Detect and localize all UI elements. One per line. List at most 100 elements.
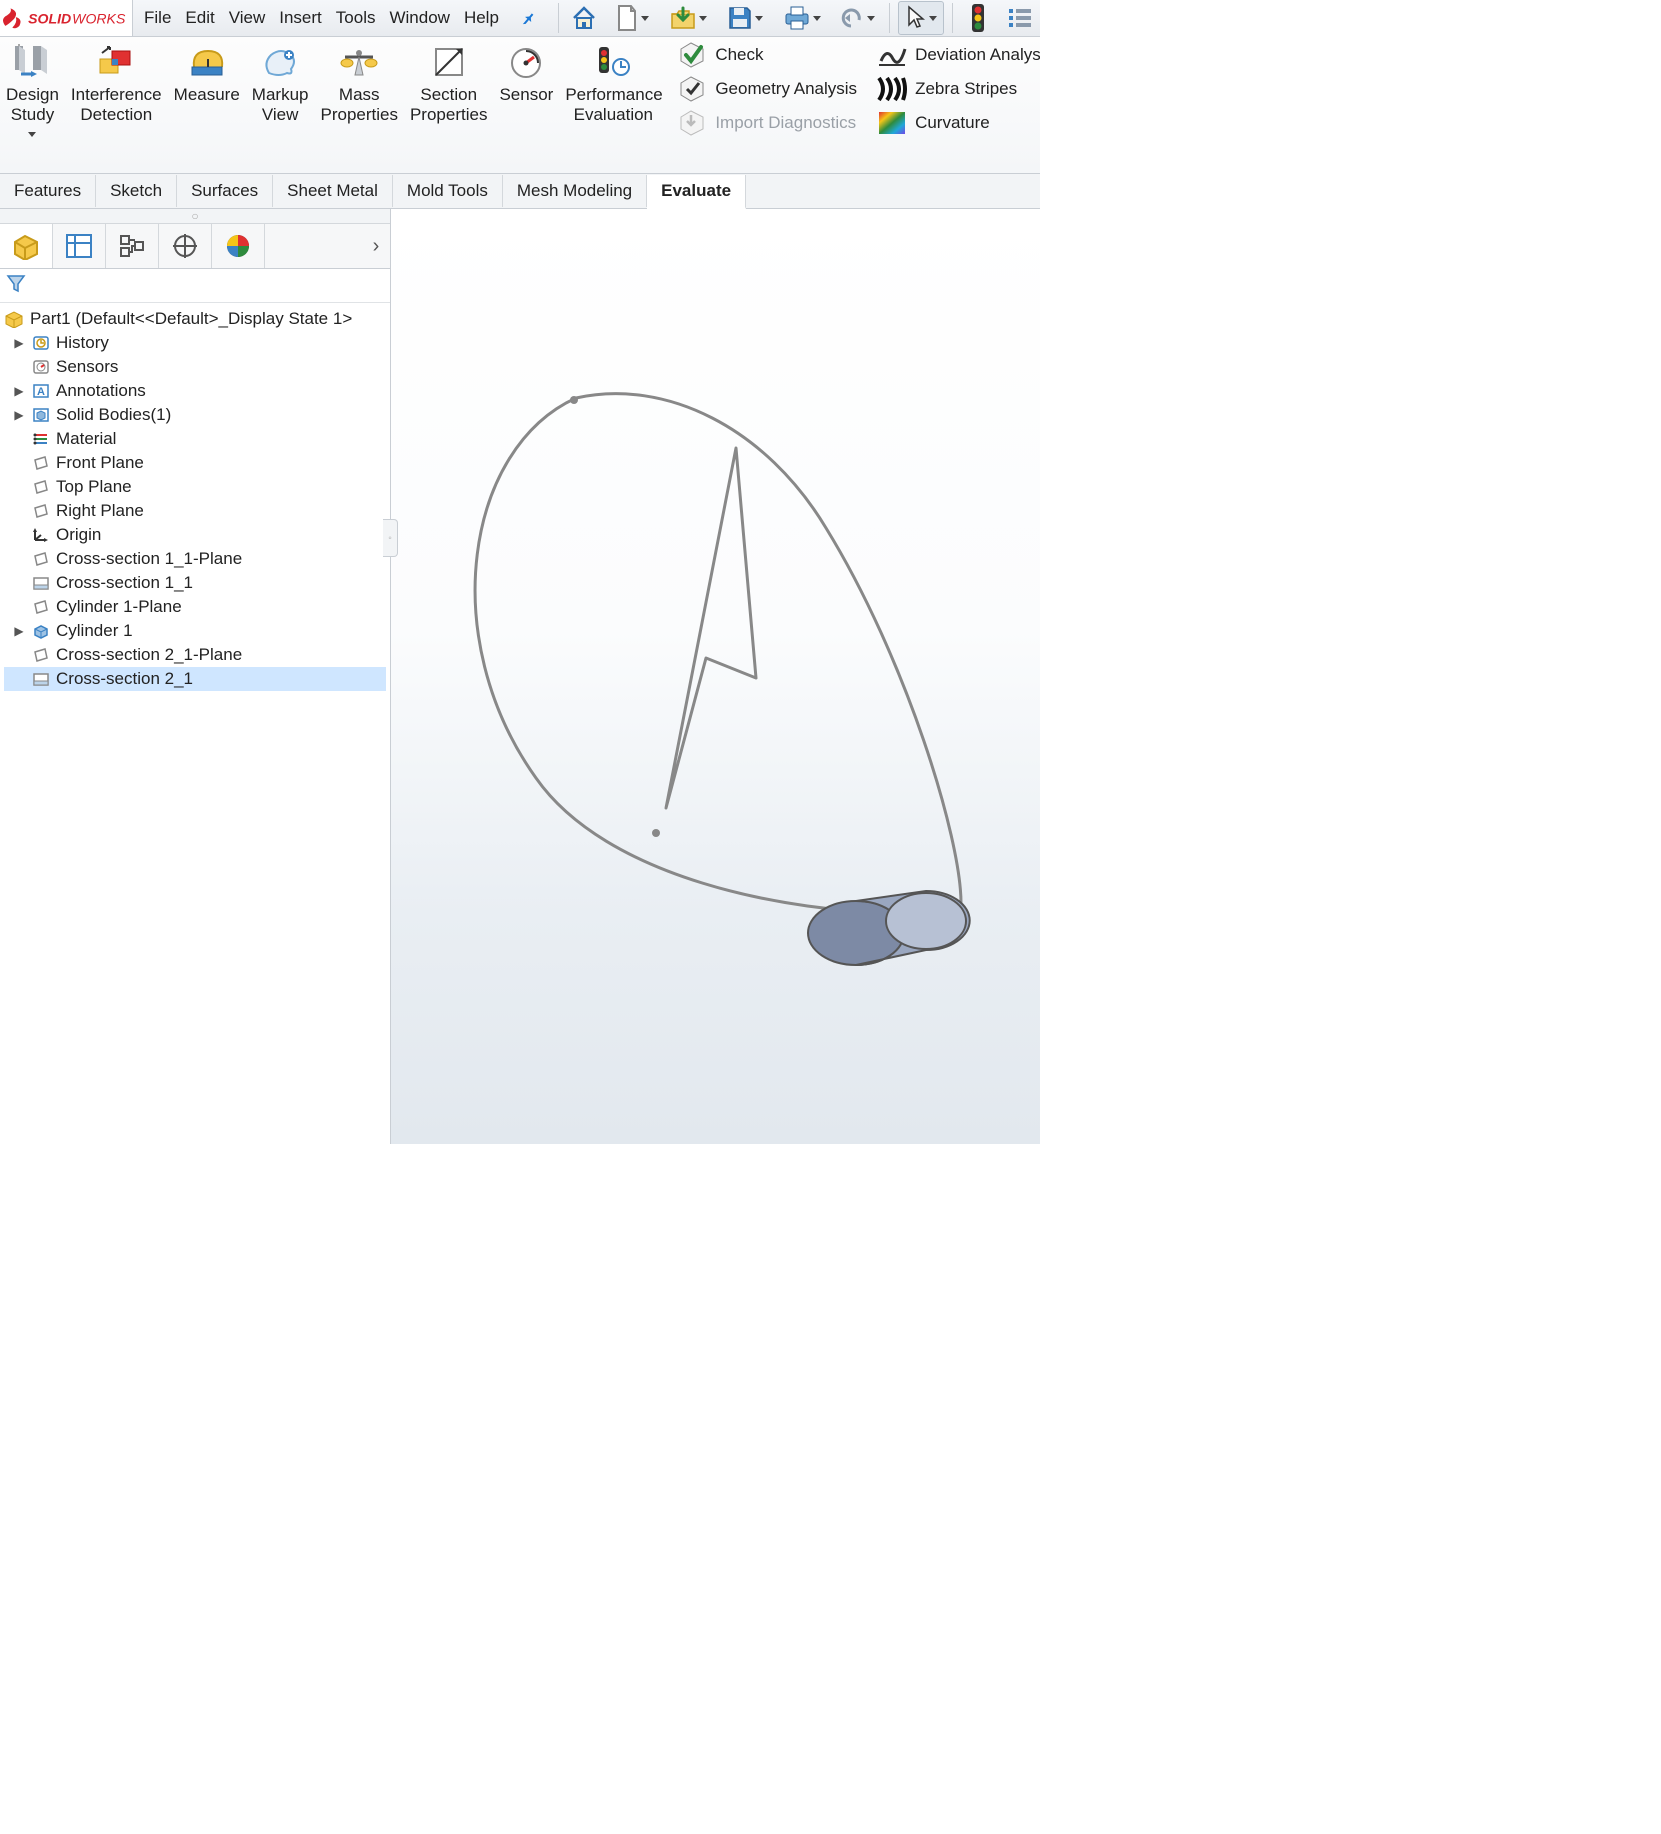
tree-item-label: Sensors (56, 357, 118, 377)
menu-items: File Edit View Insert Tools Window Help (133, 0, 548, 36)
dropdown-caret[interactable] (813, 16, 821, 21)
tree-item[interactable]: Front Plane (4, 451, 386, 475)
configuration-manager-tab[interactable] (106, 224, 159, 268)
dropdown-caret[interactable] (641, 16, 649, 21)
tree-item[interactable]: Cross-section 2_1-Plane (4, 643, 386, 667)
menu-file[interactable]: File (139, 4, 176, 32)
tree-item[interactable]: Material (4, 427, 386, 451)
tree-item[interactable]: Sensors (4, 355, 386, 379)
measure-button[interactable]: Measure (168, 37, 246, 107)
markup-view-button[interactable]: Markup View (246, 37, 315, 126)
display-manager-tab[interactable] (212, 224, 265, 268)
list-icon[interactable] (1003, 2, 1037, 34)
tree-item-label: History (56, 333, 109, 353)
panel-expand-icon[interactable]: › (362, 235, 390, 258)
deviation-analysis-button[interactable]: Deviation Analysis (877, 41, 1040, 69)
interference-icon (96, 43, 136, 83)
tab-surfaces[interactable]: Surfaces (177, 175, 273, 207)
plane-icon (32, 502, 50, 520)
tab-sheet-metal[interactable]: Sheet Metal (273, 175, 393, 207)
qat-save[interactable] (721, 2, 769, 34)
tree-item-label: Cylinder 1 (56, 621, 133, 641)
check-button[interactable]: Check (677, 41, 857, 69)
feature-manager-tab[interactable] (0, 224, 53, 268)
import-diag-icon (677, 109, 707, 137)
dropdown-caret[interactable] (699, 16, 707, 21)
tree-item[interactable]: Cylinder 1-Plane (4, 595, 386, 619)
deviation-icon (877, 41, 907, 69)
menu-tools[interactable]: Tools (331, 4, 381, 32)
dropdown-caret[interactable] (755, 16, 763, 21)
sketch-icon (32, 574, 50, 592)
pin-icon[interactable] (514, 5, 542, 31)
tab-sketch[interactable]: Sketch (96, 175, 177, 207)
expand-arrow[interactable]: ▶ (12, 336, 26, 350)
tree-item[interactable]: Cross-section 1_1 (4, 571, 386, 595)
tab-mesh-modeling[interactable]: Mesh Modeling (503, 175, 647, 207)
geometry-icon (677, 75, 707, 103)
design-study-button[interactable]: Design Study (0, 37, 65, 139)
qat-new[interactable] (609, 2, 655, 34)
sensor-button[interactable]: Sensor (493, 37, 559, 107)
check-group: Check Geometry Analysis Import Diagnosti… (667, 37, 867, 141)
dimxpert-manager-tab[interactable] (159, 224, 212, 268)
tab-mold-tools[interactable]: Mold Tools (393, 175, 503, 207)
panel-resize-handle[interactable]: ◦ (383, 519, 398, 557)
expand-arrow[interactable]: ▶ (12, 408, 26, 422)
geometry-analysis-button[interactable]: Geometry Analysis (677, 75, 857, 103)
tab-evaluate[interactable]: Evaluate (647, 175, 746, 209)
app-logo: SOLID WORKS (0, 0, 133, 36)
qat-open[interactable] (663, 2, 713, 34)
tree-root-part[interactable]: Part1 (Default<<Default>_Display State 1… (4, 307, 386, 331)
home-icon[interactable] (567, 2, 601, 34)
panel-grip[interactable]: ○ (0, 209, 390, 224)
origin-icon (32, 526, 50, 544)
menu-help[interactable]: Help (459, 4, 504, 32)
section-properties-button[interactable]: Section Properties (404, 37, 493, 126)
dropdown-caret[interactable] (28, 132, 36, 137)
performance-evaluation-button[interactable]: Performance Evaluation (559, 37, 667, 126)
menu-edit[interactable]: Edit (180, 4, 219, 32)
traffic-light-icon[interactable] (961, 2, 995, 34)
tree-item[interactable]: Origin (4, 523, 386, 547)
analysis-group: Deviation Analysis Zebra Stripes Curvatu… (867, 37, 1040, 141)
design-study-icon (11, 43, 53, 83)
curvature-button[interactable]: Curvature (877, 109, 1040, 137)
interference-detection-button[interactable]: Interference Detection (65, 37, 168, 126)
feature-tree[interactable]: Part1 (Default<<Default>_Display State 1… (0, 303, 390, 1144)
menu-view[interactable]: View (224, 4, 271, 32)
tree-item[interactable]: Cross-section 2_1 (4, 667, 386, 691)
feature-manager-panel: ○ › (0, 209, 391, 1144)
tree-item[interactable]: ▶ Cylinder 1 (4, 619, 386, 643)
tree-item[interactable]: ▶ History (4, 331, 386, 355)
zebra-stripes-button[interactable]: Zebra Stripes (877, 75, 1040, 103)
tree-item[interactable]: ▶AAnnotations (4, 379, 386, 403)
dropdown-caret[interactable] (867, 16, 875, 21)
tree-item-label: Material (56, 429, 116, 449)
menu-window[interactable]: Window (384, 4, 454, 32)
tree-item[interactable]: ▶Solid Bodies(1) (4, 403, 386, 427)
tree-item[interactable]: Top Plane (4, 475, 386, 499)
tree-item[interactable]: Right Plane (4, 499, 386, 523)
qat-select[interactable] (898, 1, 944, 35)
mass-properties-button[interactable]: Mass Properties (314, 37, 403, 126)
separator (889, 3, 890, 33)
tree-item-label: Cross-section 1_1 (56, 573, 193, 593)
dropdown-caret[interactable] (929, 16, 937, 21)
graphics-viewport[interactable] (391, 209, 1040, 1144)
expand-arrow[interactable]: ▶ (12, 384, 26, 398)
tab-features[interactable]: Features (0, 175, 96, 207)
tree-item[interactable]: Cross-section 1_1-Plane (4, 547, 386, 571)
qat-undo[interactable] (835, 2, 881, 34)
property-manager-tab[interactable] (53, 224, 106, 268)
command-manager-tabs: Features Sketch Surfaces Sheet Metal Mol… (0, 174, 1040, 209)
plane-icon (32, 550, 50, 568)
tree-item-label: Cross-section 2_1-Plane (56, 645, 242, 665)
tree-filter[interactable] (0, 269, 390, 303)
plane-icon (32, 646, 50, 664)
expand-arrow[interactable]: ▶ (12, 624, 26, 638)
menu-insert[interactable]: Insert (274, 4, 327, 32)
qat-print[interactable] (777, 2, 827, 34)
tree-item-label: Front Plane (56, 453, 144, 473)
model-preview (406, 358, 1026, 998)
